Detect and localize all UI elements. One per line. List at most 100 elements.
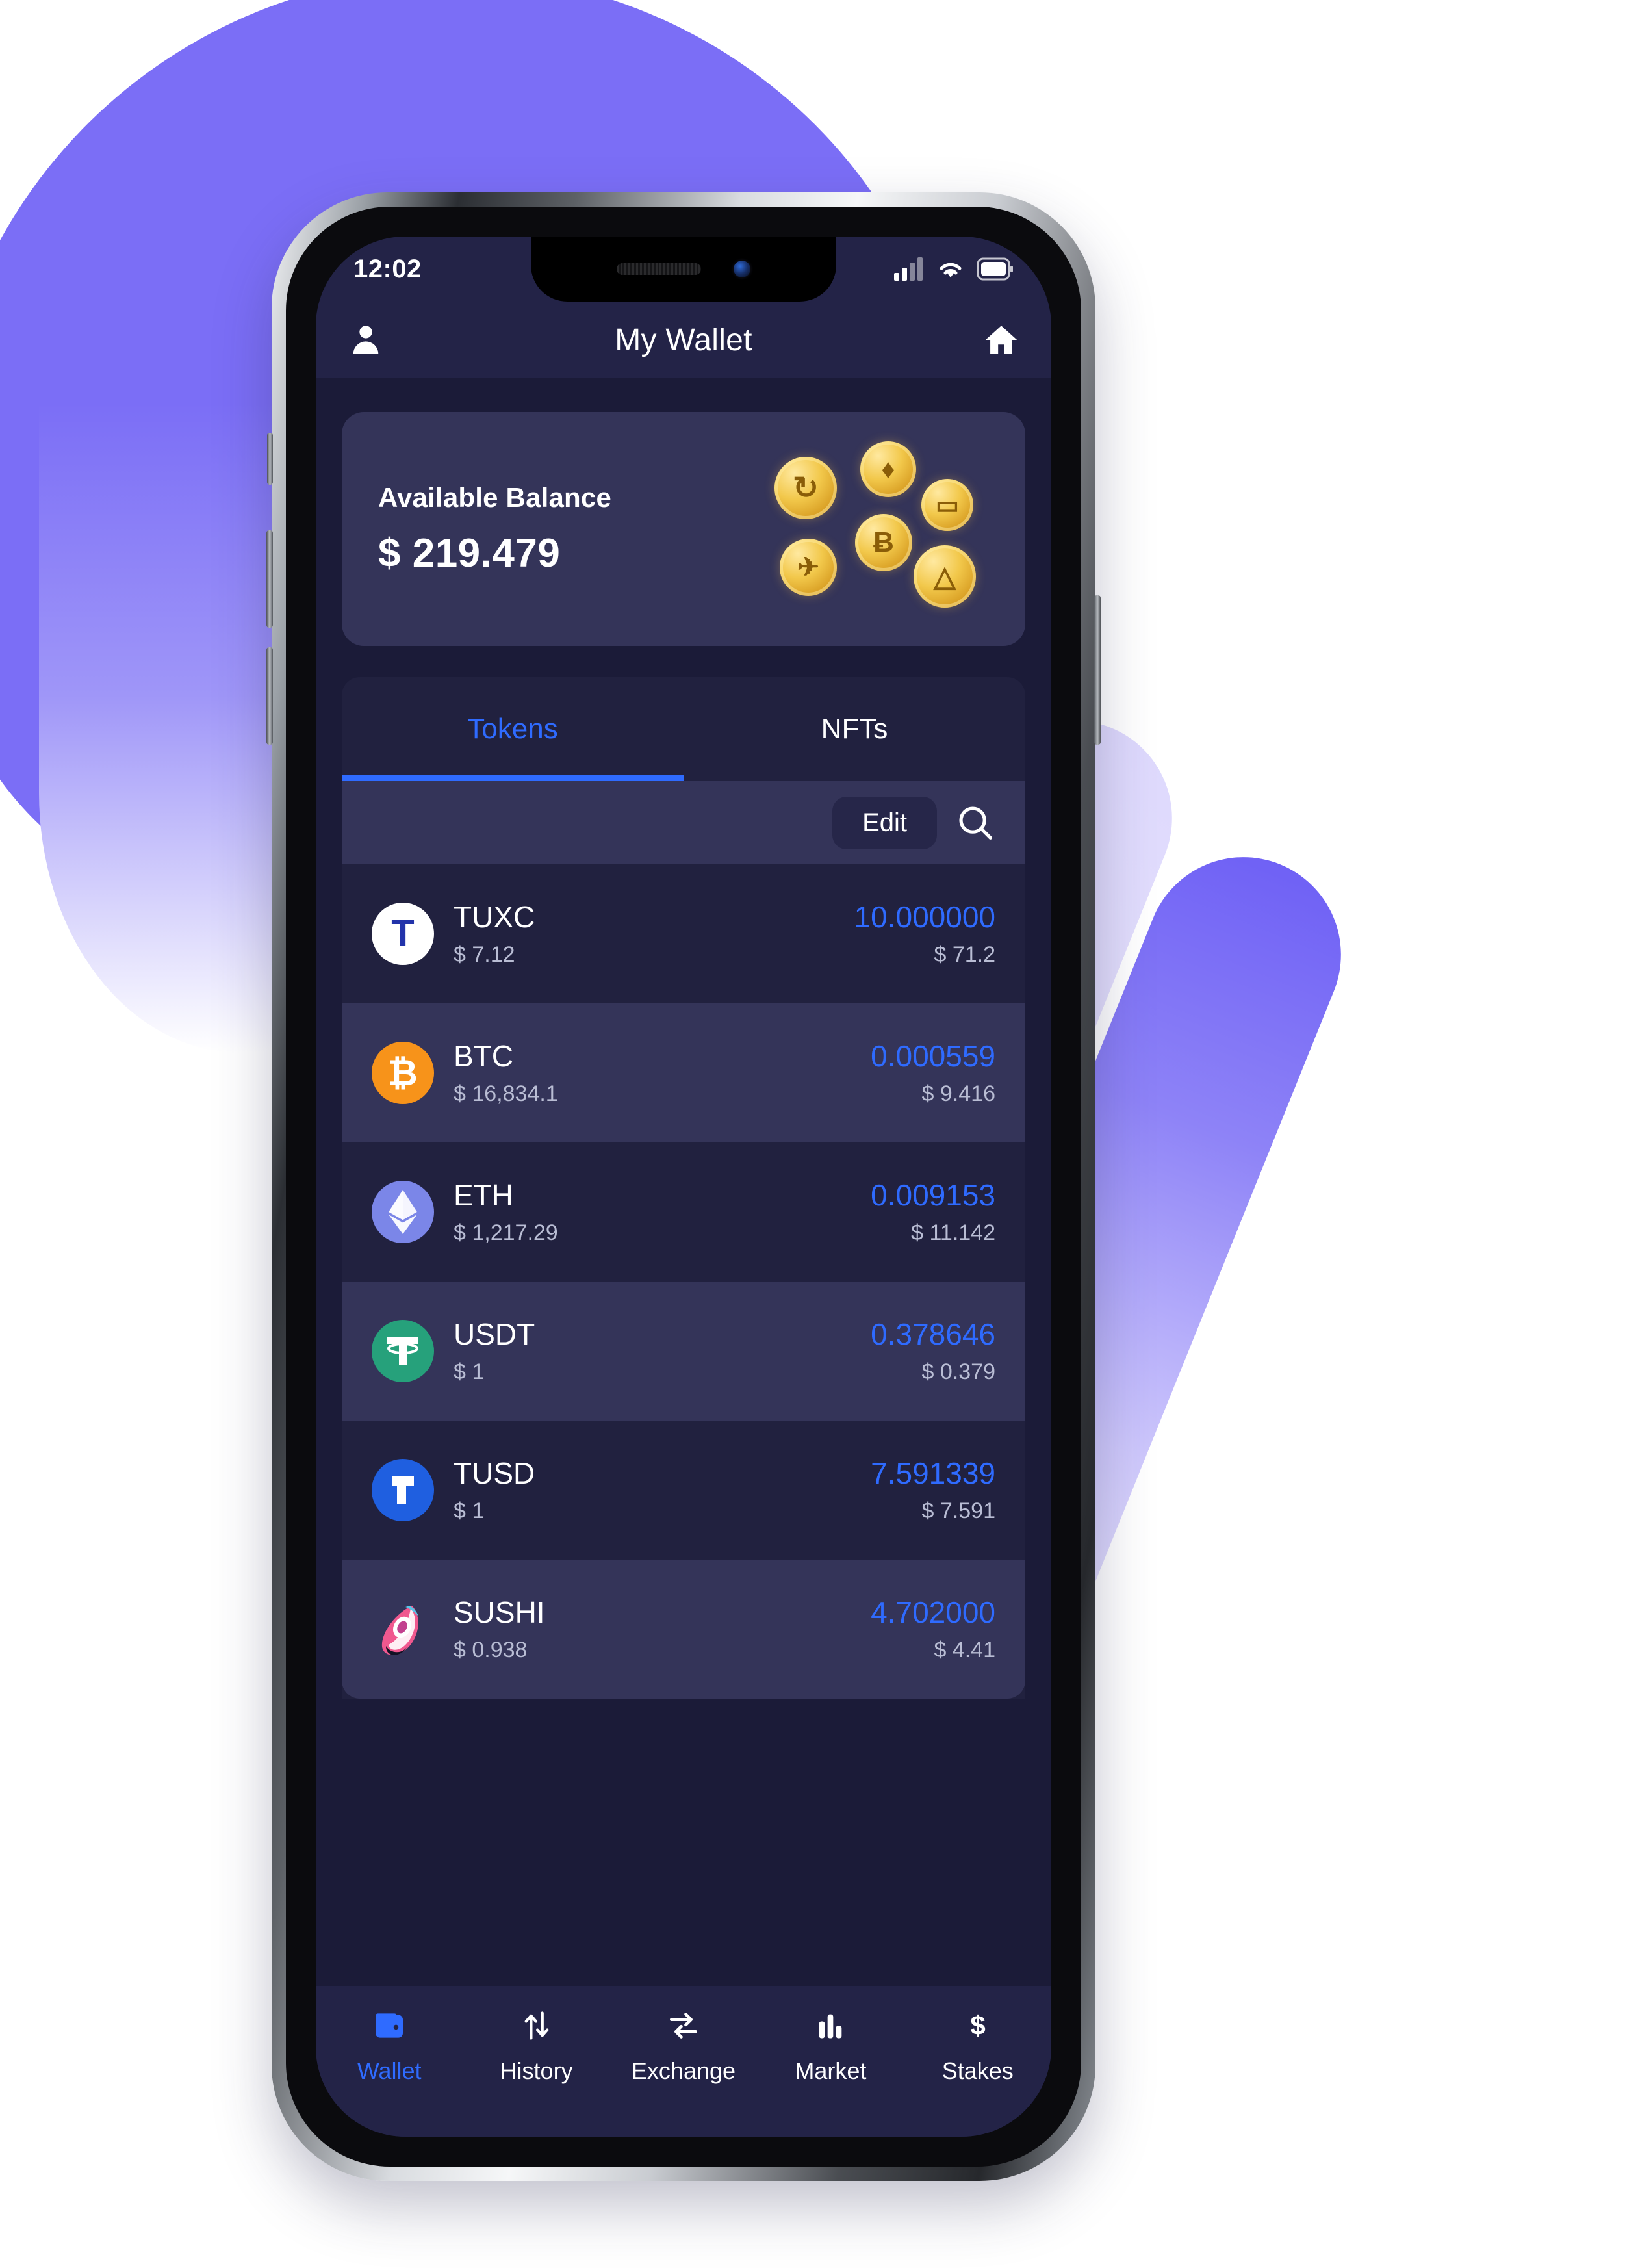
table-row[interactable]: SUSHI $ 0.938 4.702000 $ 4.41	[342, 1560, 1025, 1699]
token-identity: SUSHI $ 0.938	[454, 1595, 871, 1663]
app-header: My Wallet	[316, 302, 1051, 378]
trueusd-logo	[372, 1459, 434, 1521]
token-price: $ 1	[454, 1359, 485, 1384]
token-value: $ 7.591	[921, 1498, 995, 1523]
token-quantity: 4.702000	[871, 1595, 995, 1630]
battery-icon	[977, 257, 1013, 281]
token-identity: TUXC $ 7.12	[454, 900, 854, 968]
person-icon[interactable]	[347, 321, 385, 359]
cellular-signal-icon	[894, 257, 923, 281]
wallet-icon	[371, 2005, 407, 2046]
nav-label: History	[500, 2057, 573, 2084]
page-title: My Wallet	[615, 322, 752, 357]
tether-logo	[372, 1320, 434, 1382]
status-icons	[894, 257, 1014, 281]
phone-device-frame: 12:02 My Wallet Available Balance $ 219.…	[266, 192, 1101, 2181]
swap-icon	[665, 2005, 702, 2046]
balance-label: Available Balance	[378, 482, 612, 513]
tokens-panel: Tokens NFTs Edit T TUXC $ 7.12 10.000000…	[342, 677, 1025, 1699]
token-holdings: 0.000559 $ 9.416	[871, 1039, 995, 1107]
wifi-icon	[940, 263, 962, 277]
table-row[interactable]: USDT $ 1 0.378646 $ 0.379	[342, 1282, 1025, 1421]
tuxc-logo: T	[372, 903, 434, 965]
token-holdings: 7.591339 $ 7.591	[871, 1456, 995, 1524]
nav-item-market[interactable]: Market	[765, 2005, 895, 2085]
tuxc-glyph: T	[391, 912, 415, 955]
token-quantity: 10.000000	[854, 900, 995, 934]
phone-notch	[531, 237, 836, 302]
mute-switch[interactable]	[267, 433, 273, 485]
token-symbol: TUSD	[454, 1456, 535, 1491]
nav-item-history[interactable]: History	[472, 2005, 602, 2085]
bar-chart-icon	[813, 2005, 847, 2046]
table-row[interactable]: ₿ BTC $ 16,834.1 0.000559 $ 9.416	[342, 1003, 1025, 1142]
nav-label: Market	[795, 2057, 867, 2084]
token-identity: BTC $ 16,834.1	[454, 1039, 871, 1107]
bottom-navigation: Wallet History Exchange Market $ Stakes	[316, 1986, 1051, 2137]
edit-button[interactable]: Edit	[832, 796, 937, 849]
phone-screen: 12:02 My Wallet Available Balance $ 219.…	[316, 237, 1051, 2137]
refresh-coin: ↻	[774, 457, 837, 519]
token-holdings: 4.702000 $ 4.41	[871, 1595, 995, 1663]
home-icon[interactable]	[982, 321, 1020, 359]
sushi-glyph	[381, 1606, 418, 1655]
token-price: $ 16,834.1	[454, 1081, 558, 1106]
token-holdings: 0.378646 $ 0.379	[871, 1317, 995, 1385]
token-quantity: 7.591339	[871, 1456, 995, 1491]
balance-text-group: Available Balance $ 219.479	[378, 482, 611, 576]
balance-amount: $ 219.479	[378, 530, 561, 576]
token-price: $ 1	[454, 1498, 485, 1523]
nav-label: Wallet	[357, 2057, 422, 2084]
token-price: $ 7.12	[454, 942, 515, 967]
sushi-logo	[372, 1598, 434, 1660]
bitcoin-glyph: ₿	[388, 1052, 418, 1093]
token-value: $ 71.2	[934, 942, 995, 967]
power-button[interactable]	[1094, 595, 1101, 745]
litecoin-coin: ▭	[921, 479, 973, 531]
token-quantity: 0.000559	[871, 1039, 995, 1074]
phone-bezel: 12:02 My Wallet Available Balance $ 219.…	[286, 207, 1081, 2167]
table-row[interactable]: TUSD $ 1 7.591339 $ 7.591	[342, 1421, 1025, 1560]
bitcoin-coin: Ƀ	[855, 514, 912, 571]
nav-item-exchange[interactable]: Exchange	[619, 2005, 749, 2085]
token-value: $ 11.142	[911, 1220, 995, 1245]
table-row[interactable]: ETH $ 1,217.29 0.009153 $ 11.142	[342, 1142, 1025, 1282]
transfer-arrows-icon	[520, 2005, 554, 2046]
coin-cluster-illustration: ↻ ♦ ▭ Ƀ ✈ △	[774, 441, 989, 617]
tab-nfts[interactable]: NFTs	[684, 677, 1025, 781]
nav-item-wallet[interactable]: Wallet	[324, 2005, 454, 2085]
ethereum-glyph	[389, 1190, 417, 1234]
token-identity: USDT $ 1	[454, 1317, 871, 1385]
svg-text:$: $	[970, 2010, 985, 2041]
token-value: $ 4.41	[934, 1637, 995, 1662]
token-symbol: BTC	[454, 1039, 513, 1074]
status-clock: 12:02	[353, 254, 422, 283]
earpiece-speaker	[617, 263, 701, 275]
token-quantity: 0.378646	[871, 1317, 995, 1352]
tab-tokens[interactable]: Tokens	[342, 677, 684, 781]
token-identity: TUSD $ 1	[454, 1456, 871, 1524]
token-value: $ 0.379	[921, 1359, 995, 1384]
volume-up-button[interactable]	[266, 530, 273, 628]
token-coin: △	[914, 545, 976, 608]
token-symbol: ETH	[454, 1178, 513, 1213]
volume-down-button[interactable]	[266, 647, 273, 745]
nav-item-stakes[interactable]: $ Stakes	[913, 2005, 1043, 2085]
bitcoin-logo: ₿	[372, 1042, 434, 1104]
tab-bar: Tokens NFTs	[342, 677, 1025, 781]
screen-content: Available Balance $ 219.479 ↻ ♦ ▭ Ƀ ✈ △	[316, 412, 1051, 1699]
token-quantity: 0.009153	[871, 1178, 995, 1213]
search-icon[interactable]	[955, 803, 995, 843]
available-balance-card: Available Balance $ 219.479 ↻ ♦ ▭ Ƀ ✈ △	[342, 412, 1025, 646]
nav-label: Stakes	[941, 2057, 1014, 2084]
tether-glyph	[387, 1337, 418, 1365]
token-holdings: 10.000000 $ 71.2	[854, 900, 995, 968]
trueusd-glyph	[392, 1476, 414, 1504]
token-symbol: TUXC	[454, 900, 535, 934]
ethereum-coin: ♦	[860, 441, 916, 497]
token-price: $ 0.938	[454, 1637, 528, 1662]
token-holdings: 0.009153 $ 11.142	[871, 1178, 995, 1246]
token-identity: ETH $ 1,217.29	[454, 1178, 871, 1246]
table-row[interactable]: T TUXC $ 7.12 10.000000 $ 71.2	[342, 864, 1025, 1003]
dollar-icon: $	[962, 2005, 993, 2046]
